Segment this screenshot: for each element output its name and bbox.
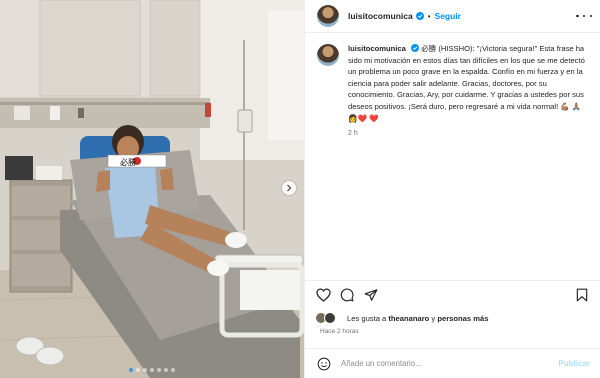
carousel-dot <box>171 368 175 372</box>
carousel-dot <box>136 368 140 372</box>
comment-input[interactable] <box>341 359 559 368</box>
caption-content: 必勝 (HISSHO): "¡Victoria segura!" Esta fr… <box>348 44 585 123</box>
publish-button[interactable]: Publicar <box>558 359 590 368</box>
hospital-room-photo: 必勝 <box>0 0 304 378</box>
instagram-post: 必勝 luisitocomunica • Seguir luisitocomun… <box>0 0 600 378</box>
caption-text: luisitocomunica 必勝 (HISSHO): "¡Victoria … <box>348 43 588 124</box>
carousel-dot <box>164 368 168 372</box>
header-separator: • <box>427 11 431 21</box>
verified-badge-icon <box>415 12 424 20</box>
carousel-dot <box>157 368 161 372</box>
comment-icon[interactable] <box>339 287 355 303</box>
carousel-next-button[interactable] <box>282 181 296 195</box>
headband-text: 必勝 <box>120 157 136 167</box>
follow-button[interactable]: Seguir <box>435 11 461 21</box>
author-username[interactable]: luisitocomunica <box>348 11 413 21</box>
chevron-right-icon <box>287 184 292 192</box>
liker-avatars <box>315 312 341 324</box>
caption-area: luisitocomunica 必勝 (HISSHO): "¡Victoria … <box>305 33 600 280</box>
likes-text: Les gusta a theananaro y personas más <box>347 314 488 323</box>
post-header: luisitocomunica • Seguir <box>305 0 600 33</box>
post-photo[interactable]: 必勝 <box>0 0 304 378</box>
verified-badge-icon <box>410 44 419 52</box>
likes-others-link[interactable]: personas más <box>437 314 488 323</box>
action-bar <box>305 280 600 308</box>
comment-bar: Publicar <box>305 348 600 378</box>
caption-timestamp: 2 h <box>348 130 358 138</box>
bookmark-icon[interactable] <box>574 287 590 303</box>
likes-row: Les gusta a theananaro y personas más <box>305 308 600 328</box>
carousel-dot <box>150 368 154 372</box>
carousel-dot <box>129 368 133 372</box>
carousel-dot <box>143 368 147 372</box>
avatar <box>324 312 336 324</box>
more-options-icon[interactable] <box>576 11 592 21</box>
caption-body: luisitocomunica 必勝 (HISSHO): "¡Victoria … <box>348 43 588 280</box>
heart-icon[interactable] <box>315 287 331 303</box>
carousel-indicator <box>0 368 304 372</box>
avatar[interactable] <box>317 44 339 66</box>
share-icon[interactable] <box>363 287 379 303</box>
emoji-icon[interactable] <box>317 357 331 371</box>
avatar[interactable] <box>317 5 339 27</box>
caption-username[interactable]: luisitocomunica <box>348 44 406 53</box>
likes-prefix: Les gusta a <box>347 313 389 323</box>
liker-username[interactable]: theananaro <box>388 314 429 323</box>
post-date: Hace 2 horas <box>320 328 359 335</box>
post-details: luisitocomunica • Seguir luisitocomunica <box>304 0 600 378</box>
